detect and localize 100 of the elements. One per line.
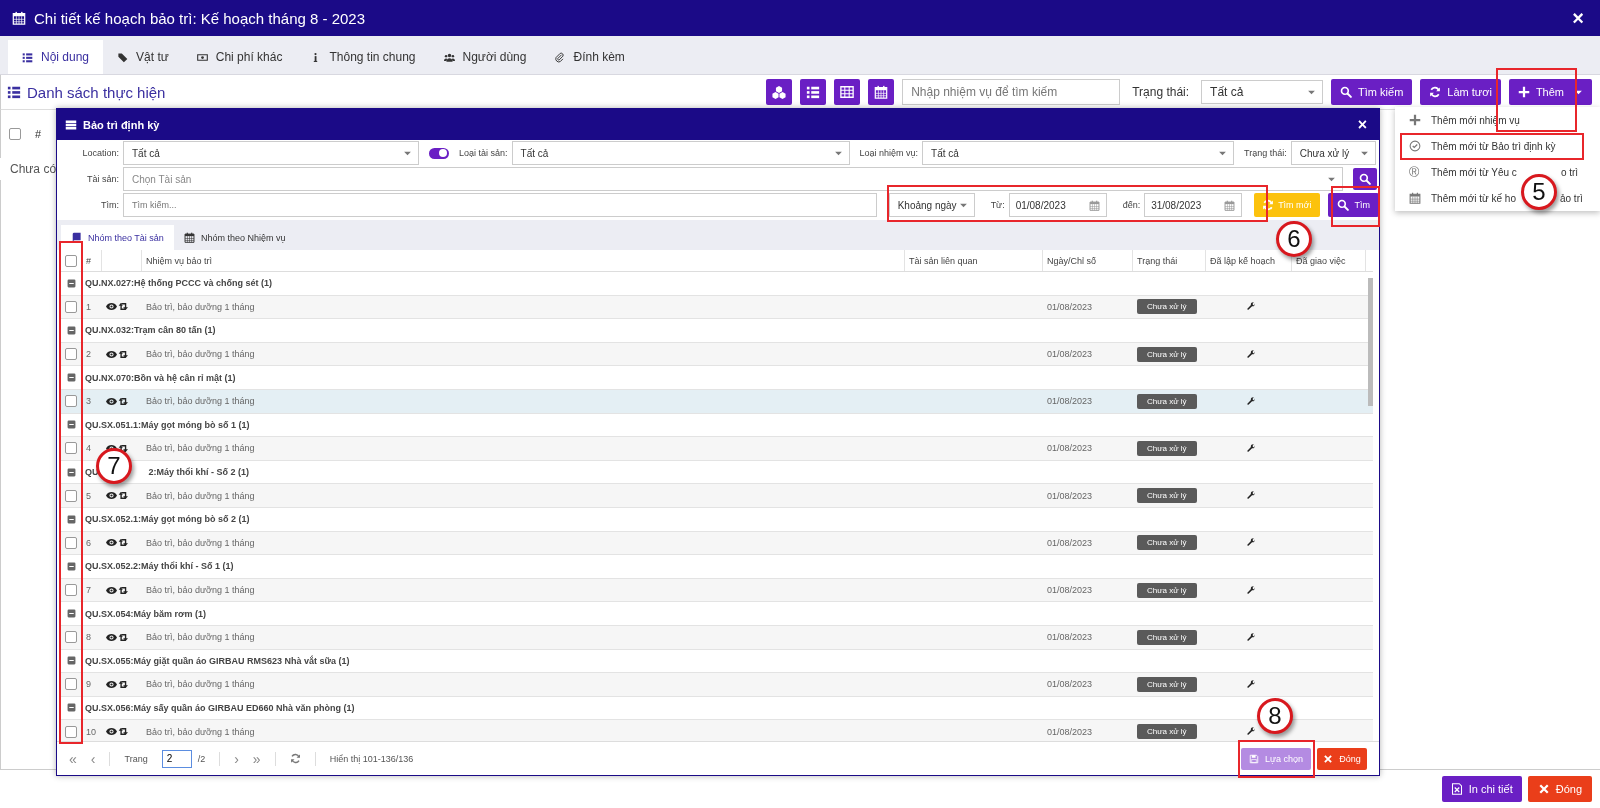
table-cell: 7 [86, 585, 91, 595]
group-title: QU.NX.070:Bồn và hệ cân rỉ mật (1) [85, 372, 236, 383]
table-cell: 10 [86, 726, 96, 737]
menu-item[interactable]: Thêm mới từ Yêu c [1431, 166, 1517, 178]
tab[interactable]: Nhóm theo Nhiệm vụ [173, 225, 296, 250]
group-title: QU.SX.052.1:Máy gọt móng bò số 2 (1) [85, 514, 250, 525]
pager-summary: Hiển thị 101-136/136 [329, 753, 414, 764]
pager-button[interactable]: ‹ [90, 750, 96, 767]
menu-item[interactable]: Thêm mới từ kế ho [1431, 192, 1516, 204]
table-cell: Bảo trì, bảo dưỡng 1 tháng [146, 537, 255, 548]
status-badge: Chưa xử lý [1137, 535, 1197, 551]
column-header: Nhiệm vụ bảo trì [146, 255, 213, 266]
pager-button[interactable]: » [252, 750, 261, 767]
field-label: Location: [81, 148, 119, 158]
table-row[interactable]: 8 Bảo trì, bảo dưỡng 1 tháng 01/08/2023 Chưa xử lý [60, 625, 1373, 650]
section-title: Danh sách thực hiện [27, 83, 166, 101]
page-field[interactable]: 2 [161, 749, 192, 768]
status-badge: Chưa xử lý [1137, 582, 1197, 598]
table-cell: 1 [86, 301, 91, 312]
table-cell: 01/08/2023 [1047, 349, 1093, 360]
table-cell: 01/08/2023 [1047, 301, 1093, 312]
table-cell: 01/08/2023 [1047, 679, 1093, 690]
toolbar-button[interactable]: Tìm kiếm [1331, 79, 1413, 105]
search-field[interactable]: Tìm kiếm... [122, 193, 877, 217]
registered-icon: ® [1409, 164, 1421, 180]
menu-item-text[interactable]: o trì [1560, 166, 1579, 178]
column-header: Trạng thái [1137, 255, 1178, 266]
group-title: QU.NX.032:Trạm cân 80 tấn (1) [85, 325, 216, 336]
group-title: QU.SX.055:Máy giặt quần áo GIRBAU RMS623 Nhà vắt sữa (1) [85, 655, 350, 666]
field-label: Tìm: [99, 200, 119, 210]
table-cell: Bảo trì, bảo dưỡng 1 tháng [146, 301, 255, 312]
field-label: Từ: [990, 200, 1005, 210]
field-label: Trạng thái: [1244, 148, 1287, 158]
dropdown-button[interactable]: Thêm [1508, 79, 1592, 105]
location-select[interactable]: Tất cả [123, 141, 419, 165]
column-header: Đã giao việc [1296, 255, 1346, 266]
pager-label: /2 [197, 753, 206, 764]
table-cell: Bảo trì, bảo dưỡng 1 tháng [146, 679, 255, 690]
asset-type-select[interactable]: Tất cả [511, 141, 850, 165]
menu-item[interactable]: Thêm mới từ Bảo trì định kỳ [1431, 140, 1556, 152]
column-header: Tài sản liên quan [909, 255, 978, 266]
footer-button[interactable]: In chi tiết [1441, 776, 1522, 802]
close-button[interactable]: × [1353, 116, 1371, 133]
tab[interactable]: Nhóm theo Tài sản [61, 225, 174, 250]
table-cell: 01/08/2023 [1047, 632, 1093, 643]
date-field[interactable]: 31/08/2023 [1144, 193, 1243, 217]
table-cell: 8 [86, 632, 91, 643]
range-select[interactable]: Khoảng ngày [888, 193, 975, 217]
status-badge: Chưa xử lý [1137, 488, 1197, 504]
dialog-button[interactable]: Đóng [1317, 747, 1367, 770]
group-title: QU.NX.027:Hệ thống PCCC và chống sét (1) [85, 278, 273, 289]
task-type-select[interactable]: Tất cả [922, 141, 1235, 165]
status-badge: Chưa xử lý [1137, 299, 1197, 315]
table-cell: Bảo trì, bảo dưỡng 1 tháng [146, 443, 255, 454]
column-header: # [35, 128, 42, 140]
menu-item-text[interactable]: ảo trì [1559, 192, 1583, 204]
table-row[interactable]: 6 Bảo trì, bảo dưỡng 1 tháng 01/08/2023 Chưa xử lý [60, 531, 1373, 556]
status-badge: Chưa xử lý [1137, 724, 1197, 740]
pager-button[interactable]: « [69, 750, 77, 767]
group-title: QU.SX.052.2:Máy thổi khí - Số 1 (1) [85, 561, 234, 572]
tab[interactable]: Người dùng [429, 40, 541, 74]
column-header: Đã lập kế hoạch [1210, 255, 1276, 266]
pager-label: Trang [124, 753, 148, 764]
status-badge: Chưa xử lý [1137, 346, 1197, 362]
table-row[interactable]: 3 Bảo trì, bảo dưỡng 1 tháng 01/08/2023 Chưa xử lý [60, 389, 1373, 414]
footer-button[interactable]: Đóng [1527, 776, 1592, 802]
empty-message: Chưa có [10, 162, 57, 176]
field-label: Loại tài sản: [459, 148, 508, 158]
table-row[interactable]: 7 Bảo trì, bảo dưỡng 1 tháng 01/08/2023 Chưa xử lý [60, 578, 1373, 603]
toolbar-button[interactable]: Làm tươi [1420, 79, 1501, 105]
tab[interactable]: Đính kèm [540, 40, 639, 74]
tab[interactable]: Vật tư [103, 40, 183, 74]
table-cell: 01/08/2023 [1047, 490, 1093, 501]
status-select[interactable]: Chưa xử lý [1290, 141, 1376, 165]
status-badge: Chưa xử lý [1137, 440, 1197, 456]
table-cell: 3 [86, 396, 91, 407]
pager-button[interactable]: › [234, 750, 239, 767]
group-title: QU.SX.056:Máy sấy quần áo GIRBAU ED660 Nhà văn phòng (1) [85, 703, 355, 713]
table-row[interactable]: 5 Bảo trì, bảo dưỡng 1 tháng 01/08/2023 Chưa xử lý [60, 484, 1373, 508]
column-header: Ngày/Chỉ số [1047, 255, 1097, 266]
tab[interactable]: Thông tin chung [296, 40, 430, 74]
table-row[interactable]: 9 Bảo trì, bảo dưỡng 1 tháng 01/08/2023 Chưa xử lý [60, 673, 1373, 697]
status-select[interactable]: Tất cả [1201, 80, 1324, 104]
table-cell: 6 [86, 537, 91, 548]
table-cell: 01/08/2023 [1047, 726, 1093, 737]
field-label: Trạng thái: [1132, 85, 1190, 99]
asset-select[interactable]: Chọn Tài sản [123, 167, 1343, 191]
date-field[interactable]: 01/08/2023 [1008, 193, 1107, 217]
table-cell: 01/08/2023 [1047, 396, 1093, 407]
close-button[interactable]: × [1568, 8, 1588, 28]
table-cell: 4 [86, 443, 91, 454]
status-badge: Chưa xử lý [1137, 676, 1197, 692]
find-button[interactable]: Tìm [1327, 193, 1379, 217]
search-field[interactable]: Nhập nhiệm vụ để tìm kiếm [902, 79, 1121, 105]
table-cell: 5 [86, 490, 91, 501]
tab[interactable]: Chi phí khác [182, 40, 297, 74]
table-cell: Bảo trì, bảo dưỡng 1 tháng [146, 396, 255, 407]
field-label: đến: [1122, 200, 1141, 210]
tab[interactable]: Nội dung [8, 40, 104, 74]
status-badge: Chưa xử lý [1137, 393, 1197, 409]
